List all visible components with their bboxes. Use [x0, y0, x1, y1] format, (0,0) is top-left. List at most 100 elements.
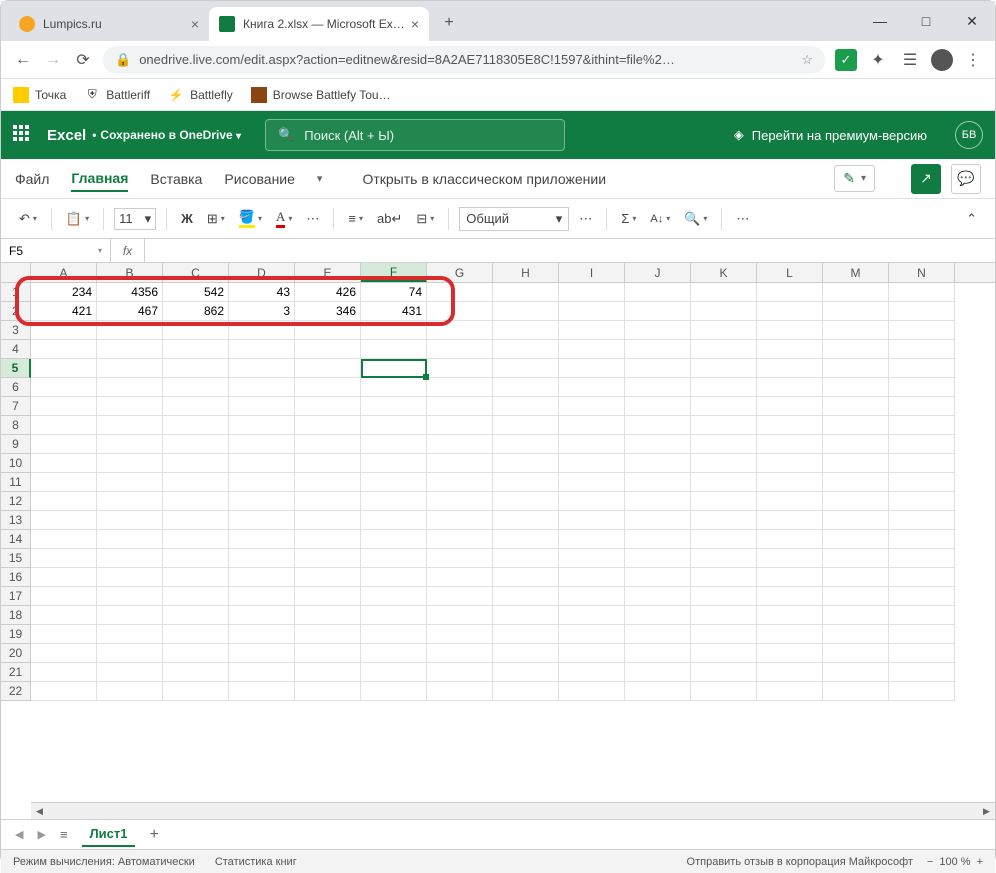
cell[interactable]	[361, 359, 427, 378]
cell[interactable]	[757, 511, 823, 530]
row-header[interactable]: 15	[1, 549, 31, 568]
cell[interactable]	[823, 625, 889, 644]
cell[interactable]	[427, 568, 493, 587]
add-sheet-button[interactable]: +	[149, 826, 158, 844]
cell[interactable]	[559, 435, 625, 454]
cell[interactable]	[361, 454, 427, 473]
cell[interactable]	[823, 530, 889, 549]
cell[interactable]	[757, 359, 823, 378]
cell[interactable]	[229, 340, 295, 359]
cell[interactable]	[889, 340, 955, 359]
cell[interactable]	[625, 606, 691, 625]
column-header[interactable]: C	[163, 263, 229, 282]
cell[interactable]: 234	[31, 283, 97, 302]
cell[interactable]	[493, 682, 559, 701]
cell[interactable]	[757, 568, 823, 587]
cell[interactable]	[559, 397, 625, 416]
cell[interactable]	[823, 663, 889, 682]
cell[interactable]	[757, 587, 823, 606]
column-header[interactable]: H	[493, 263, 559, 282]
cell[interactable]	[493, 568, 559, 587]
cell[interactable]	[493, 378, 559, 397]
cell[interactable]	[889, 530, 955, 549]
cell[interactable]	[229, 549, 295, 568]
edit-mode-button[interactable]: ✎ ▾	[834, 165, 875, 192]
cell[interactable]	[295, 435, 361, 454]
cell[interactable]	[163, 416, 229, 435]
scroll-left-icon[interactable]: ◀	[31, 803, 48, 820]
cell[interactable]	[823, 682, 889, 701]
column-header[interactable]: J	[625, 263, 691, 282]
cell[interactable]	[493, 359, 559, 378]
cell[interactable]	[163, 321, 229, 340]
cell[interactable]	[97, 530, 163, 549]
cell[interactable]	[625, 435, 691, 454]
zoom-in-icon[interactable]: +	[977, 856, 983, 868]
bookmark-tochka[interactable]: Точка	[13, 87, 66, 103]
cell[interactable]	[427, 511, 493, 530]
row-header[interactable]: 2	[1, 302, 31, 321]
share-button[interactable]: ↗	[911, 164, 941, 194]
cell[interactable]	[889, 625, 955, 644]
row-header[interactable]: 22	[1, 682, 31, 701]
scroll-right-icon[interactable]: ▶	[978, 803, 995, 820]
cell[interactable]	[97, 663, 163, 682]
cell[interactable]	[295, 511, 361, 530]
cell[interactable]	[757, 435, 823, 454]
cell[interactable]	[229, 473, 295, 492]
cell[interactable]	[889, 587, 955, 606]
cell[interactable]	[31, 625, 97, 644]
cell[interactable]	[163, 435, 229, 454]
cell[interactable]	[295, 568, 361, 587]
cell[interactable]	[691, 359, 757, 378]
row-header[interactable]: 14	[1, 530, 31, 549]
cell[interactable]	[823, 397, 889, 416]
browser-tab-lumpics[interactable]: Lumpics.ru ×	[9, 7, 209, 41]
cell[interactable]	[163, 492, 229, 511]
cell[interactable]	[163, 454, 229, 473]
cell[interactable]	[889, 682, 955, 701]
cell[interactable]	[493, 587, 559, 606]
cell[interactable]	[229, 625, 295, 644]
cell[interactable]	[823, 340, 889, 359]
cell[interactable]	[97, 435, 163, 454]
number-format-select[interactable]: Общий▾	[459, 207, 569, 231]
cell[interactable]	[163, 473, 229, 492]
column-header[interactable]: M	[823, 263, 889, 282]
cell[interactable]	[361, 530, 427, 549]
zoom-out-icon[interactable]: −	[927, 856, 933, 868]
cell[interactable]	[493, 606, 559, 625]
font-size-input[interactable]: 11▾	[114, 208, 156, 230]
chrome-menu-icon[interactable]: ⋮	[963, 50, 983, 70]
cell[interactable]	[889, 492, 955, 511]
cell[interactable]	[31, 492, 97, 511]
cell[interactable]	[823, 511, 889, 530]
cell[interactable]	[361, 549, 427, 568]
cell[interactable]	[163, 340, 229, 359]
more-number-icon[interactable]: ⋯	[575, 208, 596, 230]
row-header[interactable]: 10	[1, 454, 31, 473]
cell[interactable]: 3	[229, 302, 295, 321]
row-header[interactable]: 20	[1, 644, 31, 663]
cell[interactable]	[823, 283, 889, 302]
cell[interactable]	[625, 644, 691, 663]
user-avatar[interactable]: БВ	[955, 121, 983, 149]
cell[interactable]	[559, 568, 625, 587]
cell[interactable]	[163, 644, 229, 663]
cell[interactable]	[31, 568, 97, 587]
cell[interactable]	[31, 549, 97, 568]
cell[interactable]	[163, 530, 229, 549]
cell[interactable]	[361, 378, 427, 397]
zoom-control[interactable]: − 100 % +	[927, 856, 983, 868]
cell[interactable]	[427, 454, 493, 473]
cell[interactable]	[625, 530, 691, 549]
cell[interactable]	[625, 682, 691, 701]
cell[interactable]	[559, 473, 625, 492]
more-font-icon[interactable]: ⋯	[302, 208, 323, 230]
row-header[interactable]: 8	[1, 416, 31, 435]
cell[interactable]	[691, 682, 757, 701]
cell[interactable]	[823, 302, 889, 321]
column-header[interactable]: D	[229, 263, 295, 282]
ext-accessibility-icon[interactable]: ☰	[899, 49, 921, 71]
cell[interactable]	[823, 378, 889, 397]
